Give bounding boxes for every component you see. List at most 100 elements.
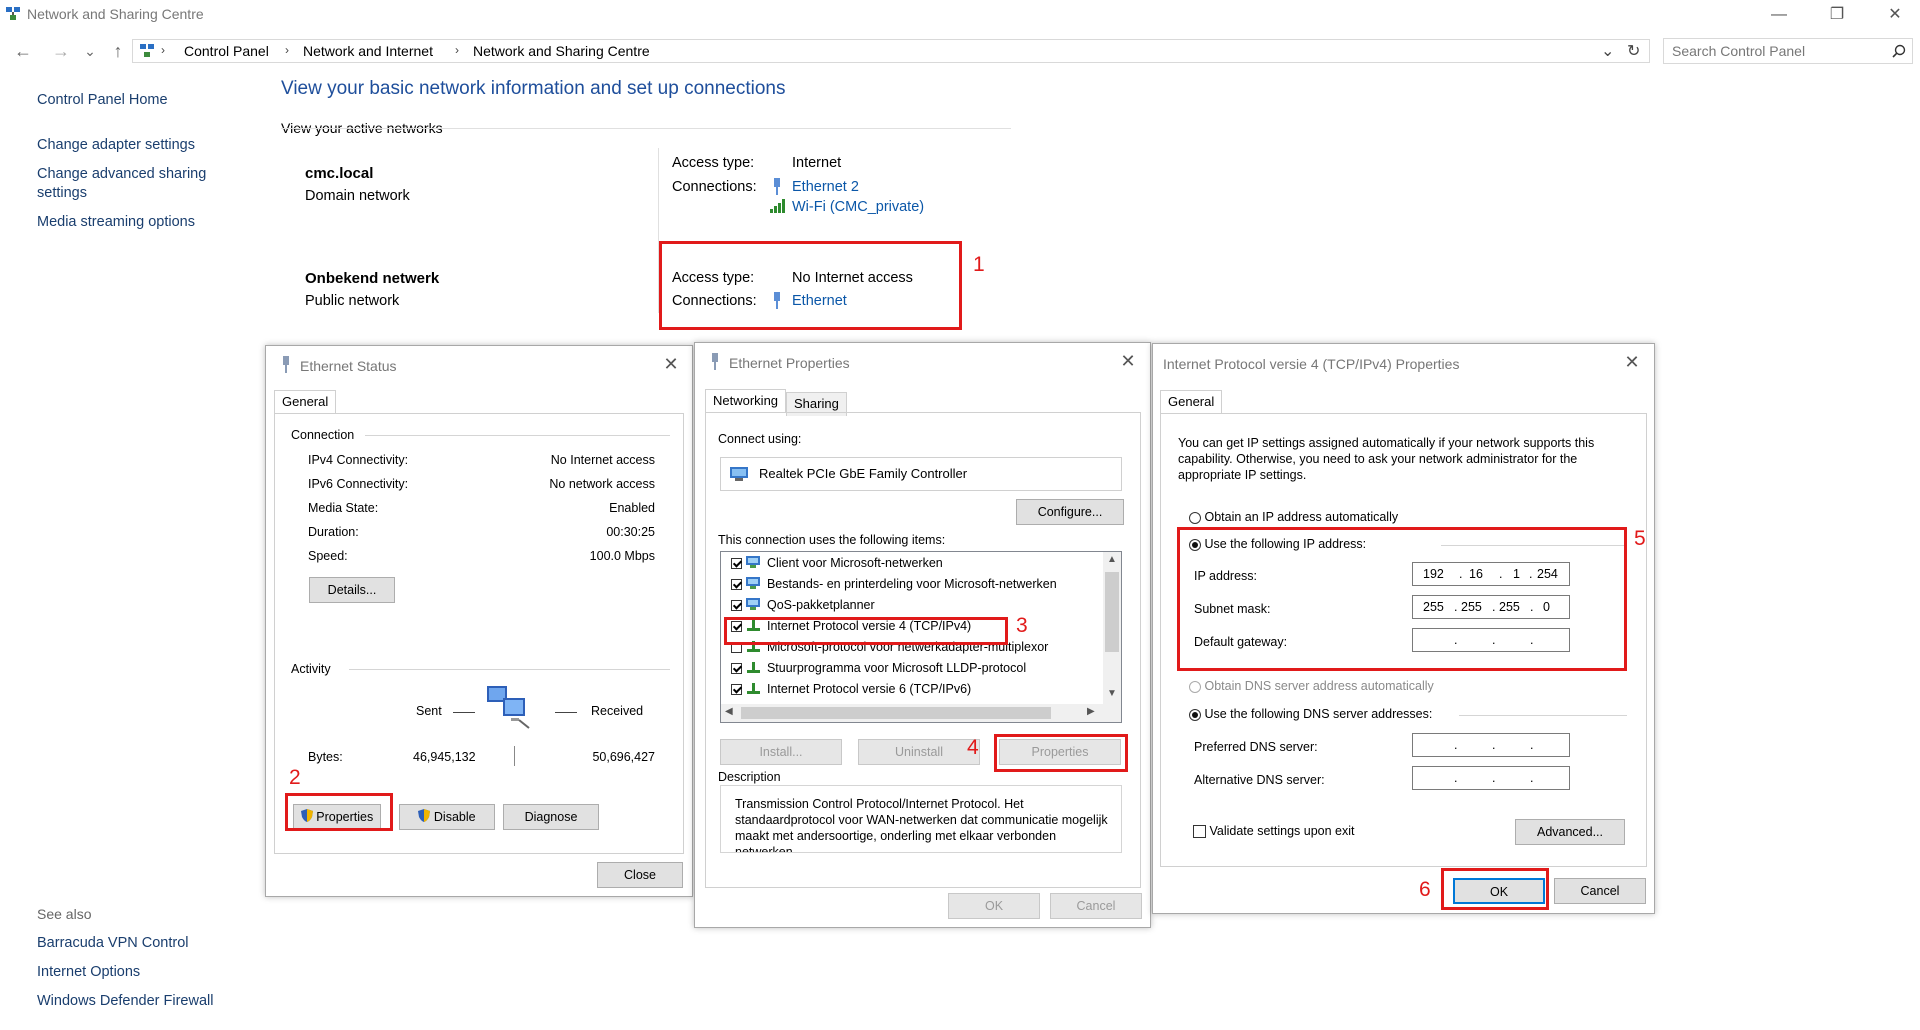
recent-locations-button[interactable]: ⌄ xyxy=(78,40,102,62)
annotation-box xyxy=(1177,527,1627,671)
items-label: This connection uses the following items… xyxy=(718,533,946,547)
advanced-button[interactable]: Advanced... xyxy=(1515,819,1625,845)
shield-icon xyxy=(418,806,431,830)
list-item[interactable]: Internet Protocol versie 6 (TCP/IPv6) xyxy=(731,681,971,702)
change-advanced-sharing-link[interactable]: Change advanced sharing xyxy=(37,166,206,182)
use-following-dns-option[interactable]: Use the following DNS server addresses: xyxy=(1189,707,1432,721)
horizontal-scrollbar[interactable]: ◀ ▶ xyxy=(721,704,1121,722)
forward-button[interactable]: → xyxy=(49,40,73,62)
breadcrumb-network-sharing-centre[interactable]: Network and Sharing Centre xyxy=(473,43,650,59)
scroll-thumb[interactable] xyxy=(1105,572,1119,652)
annotation-number: 2 xyxy=(289,766,301,789)
network-client-icon xyxy=(745,597,763,614)
ethernet-icon xyxy=(280,356,292,376)
annotation-number: 5 xyxy=(1634,527,1646,550)
speed-value: 100.0 Mbps xyxy=(589,549,655,563)
disable-label: Disable xyxy=(433,810,476,824)
configure-button[interactable]: Configure... xyxy=(1016,499,1124,525)
preferred-dns-input[interactable]: ... xyxy=(1412,733,1570,757)
obtain-ip-auto-label: Obtain an IP address automatically xyxy=(1204,510,1399,524)
close-button[interactable]: Close xyxy=(597,862,683,888)
barracuda-vpn-link[interactable]: Barracuda VPN Control xyxy=(37,935,189,951)
alternative-dns-input[interactable]: ... xyxy=(1412,766,1570,790)
close-icon[interactable]: ✕ xyxy=(1113,349,1143,373)
annotation-number: 3 xyxy=(1016,614,1028,637)
connections-label: Connections: xyxy=(672,179,757,195)
list-item[interactable]: QoS-pakketplanner xyxy=(731,597,875,618)
scroll-thumb[interactable] xyxy=(741,707,1051,719)
obtain-ip-auto-radio[interactable] xyxy=(1189,511,1201,524)
ethernet-2-link[interactable]: Ethernet 2 xyxy=(792,179,859,195)
refresh-button[interactable]: ↻ xyxy=(1627,41,1640,61)
scroll-down-icon[interactable]: ▼ xyxy=(1107,688,1117,699)
change-advanced-sharing-link-2[interactable]: settings xyxy=(37,185,87,201)
search-input[interactable]: Search Control Panel xyxy=(1663,38,1913,64)
obtain-dns-auto-radio[interactable] xyxy=(1189,680,1201,693)
install-button[interactable]: Install... xyxy=(720,739,842,765)
scroll-up-icon[interactable]: ▲ xyxy=(1107,554,1117,565)
scroll-right-icon[interactable]: ▶ xyxy=(1087,706,1095,717)
use-following-dns-radio[interactable] xyxy=(1189,708,1201,721)
ok-button[interactable]: OK xyxy=(948,893,1040,919)
divider xyxy=(281,128,1011,129)
uninstall-button[interactable]: Uninstall xyxy=(858,739,980,765)
divider xyxy=(365,435,670,436)
cancel-button[interactable]: Cancel xyxy=(1050,893,1142,919)
speed-label: Speed: xyxy=(308,549,348,563)
diagnose-button[interactable]: Diagnose xyxy=(503,804,599,830)
media-streaming-options-link[interactable]: Media streaming options xyxy=(37,214,195,230)
annotation-box xyxy=(659,241,962,330)
internet-options-link[interactable]: Internet Options xyxy=(37,964,140,980)
network-activity-icon xyxy=(485,684,537,733)
item-checkbox[interactable] xyxy=(731,684,742,695)
network-type: Public network xyxy=(305,293,400,309)
annotation-number: 4 xyxy=(967,736,979,759)
item-label: Stuurprogramma voor Microsoft LLDP-proto… xyxy=(766,660,1027,675)
tab-general[interactable]: General xyxy=(1160,390,1223,414)
item-checkbox[interactable] xyxy=(731,558,742,569)
sent-label: Sent xyxy=(416,704,442,718)
control-panel-home-link[interactable]: Control Panel Home xyxy=(37,92,168,108)
details-button[interactable]: Details... xyxy=(309,577,395,603)
item-checkbox[interactable] xyxy=(731,663,742,674)
maximize-button[interactable]: ❐ xyxy=(1814,3,1860,27)
up-button[interactable]: ↑ xyxy=(106,40,130,62)
network-type: Domain network xyxy=(305,188,410,204)
obtain-dns-auto-option[interactable]: Obtain DNS server address automatically xyxy=(1189,679,1434,693)
scroll-left-icon[interactable]: ◀ xyxy=(725,706,733,717)
chevron-right-icon: › xyxy=(161,43,165,57)
chevron-right-icon: › xyxy=(455,43,459,57)
disable-button[interactable]: Disable xyxy=(399,804,495,830)
window-title: Network and Sharing Centre xyxy=(27,6,204,22)
validate-settings-option[interactable]: Validate settings upon exit xyxy=(1193,824,1355,839)
validate-settings-checkbox[interactable] xyxy=(1193,825,1206,839)
list-item[interactable]: Client voor Microsoft-netwerken xyxy=(731,555,943,576)
change-adapter-settings-link[interactable]: Change adapter settings xyxy=(37,137,195,153)
vertical-scrollbar[interactable]: ▲ ▼ xyxy=(1103,552,1121,704)
list-item[interactable]: Bestands- en printerdeling voor Microsof… xyxy=(731,576,1057,597)
item-checkbox[interactable] xyxy=(731,579,742,590)
media-state-label: Media State: xyxy=(308,501,379,515)
item-checkbox[interactable] xyxy=(731,600,742,611)
minimize-button[interactable]: — xyxy=(1756,3,1802,27)
obtain-ip-auto-option[interactable]: Obtain an IP address automatically xyxy=(1189,510,1398,524)
bytes-received-value: 50,696,427 xyxy=(592,750,655,764)
tab-general[interactable]: General xyxy=(274,390,337,414)
address-dropdown-button[interactable]: ⌄ xyxy=(1601,41,1614,61)
close-icon[interactable]: ✕ xyxy=(656,352,686,376)
tab-panel: Connection IPv4 Connectivity: No Interne… xyxy=(274,413,684,854)
obtain-dns-auto-label: Obtain DNS server address automatically xyxy=(1204,679,1434,693)
back-button[interactable]: ← xyxy=(11,40,35,62)
annotation-number: 1 xyxy=(973,253,985,276)
wifi-cmc-private-link[interactable]: Wi-Fi (CMC_private) xyxy=(792,199,924,215)
tab-networking[interactable]: Networking xyxy=(705,389,787,413)
breadcrumb-network-internet[interactable]: Network and Internet xyxy=(303,43,433,59)
list-item[interactable]: Stuurprogramma voor Microsoft LLDP-proto… xyxy=(731,660,1026,681)
breadcrumb-control-panel[interactable]: Control Panel xyxy=(184,43,269,59)
close-button[interactable]: ✕ xyxy=(1872,3,1918,27)
windows-defender-firewall-link[interactable]: Windows Defender Firewall xyxy=(37,993,213,1009)
ipv6-connectivity-value: No network access xyxy=(549,477,655,491)
address-bar[interactable]: › Control Panel › Network and Internet ›… xyxy=(132,39,1650,63)
close-icon[interactable]: ✕ xyxy=(1617,350,1647,374)
cancel-button[interactable]: Cancel xyxy=(1554,878,1646,904)
